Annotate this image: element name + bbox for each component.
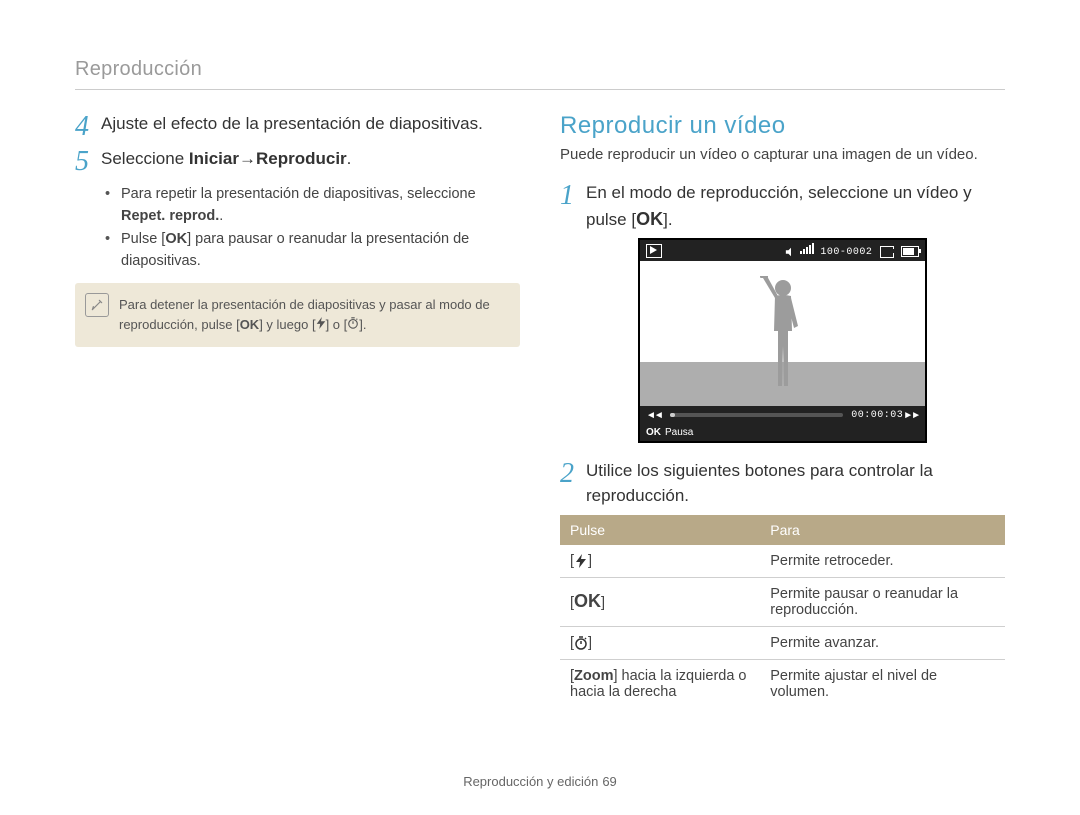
flash-button: [] (560, 545, 760, 578)
forward-icon: ►► (903, 410, 919, 421)
step-2: 2 Utilice los siguientes botones para co… (560, 459, 1005, 508)
right-column: Reproducir un vídeo Puede reproducir un … (560, 112, 1005, 708)
step-text: Seleccione Iniciar → Reproducir. (101, 147, 351, 176)
step-5-bullets: Para repetir la presentación de diaposit… (105, 183, 520, 273)
table-row: [OK] Permite pausar o reanudar la reprod… (560, 577, 1005, 626)
table-row: [] Permite retroceder. (560, 545, 1005, 578)
ok-icon: OK (240, 317, 260, 332)
ok-icon: OK (646, 427, 661, 438)
step-text: Utilice los siguientes botones para cont… (586, 459, 1005, 508)
speaker-icon (785, 246, 797, 257)
table-row: [] Permite avanzar. (560, 626, 1005, 659)
video-frame (640, 261, 925, 406)
table-cell: Permite pausar o reanudar la reproducció… (760, 577, 1005, 626)
left-column: 4 Ajuste el efecto de la presentación de… (75, 112, 520, 708)
camera-screen: 100-0002 (638, 238, 927, 443)
step-1: 1 En el modo de reproducción, seleccione… (560, 181, 1005, 232)
battery-icon (901, 246, 919, 257)
playback-mode-icon (646, 244, 662, 258)
controls-table: Pulse Para [] Permite retroceder. (560, 515, 1005, 708)
step-number: 1 (560, 181, 586, 232)
step-number: 2 (560, 459, 586, 508)
flash-icon (316, 315, 326, 335)
elapsed-time: 00:00:03 (851, 410, 903, 421)
timer-button: [] (560, 626, 760, 659)
person-silhouette-icon (758, 276, 808, 396)
breadcrumb: Reproducción (75, 58, 1005, 81)
bullet-repeat: Para repetir la presentación de diaposit… (105, 183, 520, 228)
section-subtitle: Puede reproducir un vídeo o capturar una… (560, 146, 1005, 163)
ok-icon: OK (165, 231, 187, 247)
table-cell: Permite retroceder. (760, 545, 1005, 578)
step-text: En el modo de reproducción, seleccione u… (586, 181, 1005, 232)
progress-track (670, 413, 843, 417)
table-cell: Permite avanzar. (760, 626, 1005, 659)
ok-icon: OK (636, 209, 663, 229)
step-number: 5 (75, 147, 101, 176)
zoom-button: [Zoom] hacia la izquierda o hacia la der… (560, 659, 760, 708)
screen-status-bar: 100-0002 (640, 240, 925, 261)
step-4: 4 Ajuste el efecto de la presentación de… (75, 112, 520, 141)
note-icon (85, 293, 109, 317)
rewind-icon: ◄◄ (646, 410, 662, 421)
progress-bar: ◄◄ 00:00:03 ►► (640, 406, 925, 424)
table-header-pulse: Pulse (560, 515, 760, 545)
memory-card-icon (880, 246, 894, 258)
table-row: [Zoom] hacia la izquierda o hacia la der… (560, 659, 1005, 708)
screen-hint-bar: OK Pausa (640, 424, 925, 441)
file-counter: 100-0002 (820, 247, 872, 258)
note-box: Para detener la presentación de diaposit… (75, 283, 520, 348)
step-text: Ajuste el efecto de la presentación de d… (101, 112, 483, 141)
table-header-para: Para (760, 515, 1005, 545)
section-title: Reproducir un vídeo (560, 112, 1005, 140)
ok-button: [OK] (560, 577, 760, 626)
timer-icon (347, 315, 359, 335)
divider (75, 89, 1005, 90)
page-footer: Reproducción y edición69 (0, 774, 1080, 789)
step-number: 4 (75, 112, 101, 141)
table-cell: Permite ajustar el nivel de volumen. (760, 659, 1005, 708)
bullet-pause: Pulse [OK] para pausar o reanudar la pre… (105, 228, 520, 273)
step-5: 5 Seleccione Iniciar → Reproducir. (75, 147, 520, 176)
volume-bars-icon (800, 243, 814, 254)
pause-label: Pausa (665, 427, 693, 438)
